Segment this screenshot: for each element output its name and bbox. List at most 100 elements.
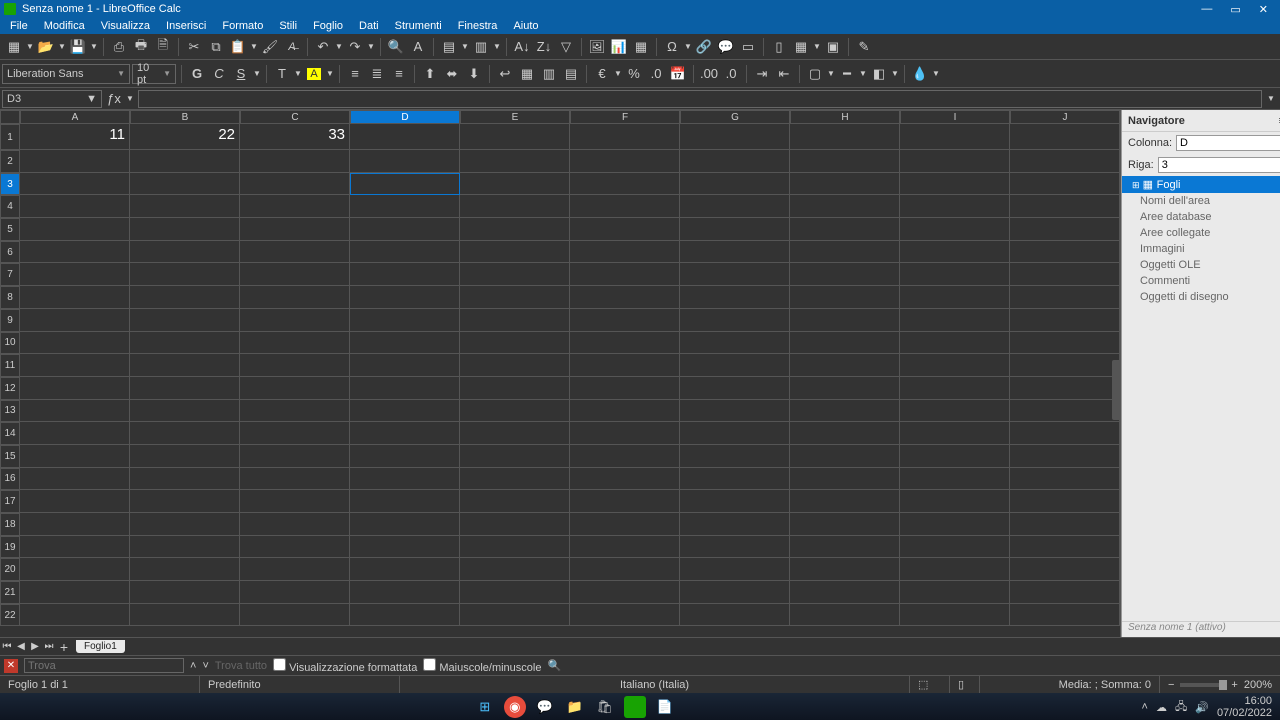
row-header[interactable]: 7 bbox=[0, 263, 20, 286]
font-color-icon[interactable]: T bbox=[272, 64, 292, 84]
function-wizard-icon[interactable]: ƒx bbox=[104, 89, 124, 109]
cell[interactable] bbox=[570, 468, 680, 491]
cell[interactable] bbox=[680, 286, 790, 309]
conditional-dropdown[interactable]: ▼ bbox=[932, 69, 940, 78]
cell[interactable] bbox=[900, 173, 1010, 196]
row-dropdown[interactable]: ▼ bbox=[461, 42, 469, 51]
align-bottom-icon[interactable]: ⬇ bbox=[464, 64, 484, 84]
cell[interactable] bbox=[900, 445, 1010, 468]
cell[interactable] bbox=[130, 490, 240, 513]
cell[interactable] bbox=[900, 490, 1010, 513]
cell[interactable] bbox=[1010, 513, 1120, 536]
menu-file[interactable]: File bbox=[4, 20, 34, 32]
menu-data[interactable]: Dati bbox=[353, 20, 385, 32]
cell[interactable] bbox=[240, 558, 350, 581]
underline-dropdown[interactable]: ▼ bbox=[253, 69, 261, 78]
cell[interactable] bbox=[460, 354, 570, 377]
tree-node-sheets[interactable]: ⊞ ▦Fogli bbox=[1122, 176, 1280, 193]
tree-node-images[interactable]: Immagini bbox=[1122, 241, 1280, 257]
cell[interactable] bbox=[790, 604, 900, 627]
cell[interactable] bbox=[350, 445, 460, 468]
cell[interactable] bbox=[900, 354, 1010, 377]
cell[interactable] bbox=[130, 195, 240, 218]
row-header[interactable]: 11 bbox=[0, 354, 20, 377]
menu-tools[interactable]: Strumenti bbox=[389, 20, 448, 32]
font-color-dropdown[interactable]: ▼ bbox=[294, 69, 302, 78]
comment-icon[interactable]: 💬 bbox=[716, 37, 736, 57]
cell[interactable] bbox=[20, 150, 130, 173]
cell[interactable] bbox=[460, 422, 570, 445]
menu-insert[interactable]: Inserisci bbox=[160, 20, 212, 32]
cell[interactable] bbox=[790, 377, 900, 400]
cell[interactable] bbox=[570, 513, 680, 536]
cell[interactable] bbox=[350, 377, 460, 400]
cell[interactable] bbox=[1010, 445, 1120, 468]
open-dropdown[interactable]: ▼ bbox=[58, 42, 66, 51]
cell[interactable] bbox=[350, 286, 460, 309]
cell[interactable] bbox=[1010, 150, 1120, 173]
image-icon[interactable]: 🖼 bbox=[587, 37, 607, 57]
cell[interactable] bbox=[790, 422, 900, 445]
cell[interactable] bbox=[20, 558, 130, 581]
find-formatted-checkbox[interactable]: Visualizzazione formattata bbox=[273, 658, 417, 674]
cell[interactable] bbox=[790, 309, 900, 332]
column-header-I[interactable]: I bbox=[900, 110, 1010, 124]
cell[interactable] bbox=[680, 150, 790, 173]
row-header[interactable]: 17 bbox=[0, 490, 20, 513]
cell[interactable] bbox=[900, 309, 1010, 332]
cell[interactable] bbox=[570, 445, 680, 468]
cell[interactable] bbox=[680, 124, 790, 150]
cell[interactable] bbox=[900, 286, 1010, 309]
cell[interactable] bbox=[680, 377, 790, 400]
cell[interactable] bbox=[350, 490, 460, 513]
cell[interactable] bbox=[570, 195, 680, 218]
cell[interactable] bbox=[1010, 377, 1120, 400]
menu-styles[interactable]: Stili bbox=[273, 20, 303, 32]
tray-cloud-icon[interactable]: ☁ bbox=[1156, 701, 1167, 714]
cell[interactable] bbox=[790, 490, 900, 513]
cell[interactable] bbox=[240, 400, 350, 423]
cell[interactable] bbox=[680, 195, 790, 218]
borders-dropdown[interactable]: ▼ bbox=[827, 69, 835, 78]
minimize-button[interactable]: — bbox=[1201, 3, 1212, 16]
cell[interactable] bbox=[350, 263, 460, 286]
cell[interactable] bbox=[680, 513, 790, 536]
sort-asc-icon[interactable]: A↓ bbox=[512, 37, 532, 57]
function-dropdown[interactable]: ▼ bbox=[126, 94, 134, 103]
cell[interactable] bbox=[240, 173, 350, 196]
remove-decimal-icon[interactable]: .0 bbox=[721, 64, 741, 84]
chart-icon[interactable]: 📊 bbox=[609, 37, 629, 57]
select-all-corner[interactable] bbox=[0, 110, 20, 124]
merge-cells-icon[interactable]: ▦ bbox=[517, 64, 537, 84]
align-top-icon[interactable]: ⬆ bbox=[420, 64, 440, 84]
cell[interactable] bbox=[240, 445, 350, 468]
cell[interactable] bbox=[350, 581, 460, 604]
spellcheck-icon[interactable]: A bbox=[408, 37, 428, 57]
cell[interactable] bbox=[20, 263, 130, 286]
cell[interactable] bbox=[240, 468, 350, 491]
cell[interactable] bbox=[680, 241, 790, 264]
tray-network-icon[interactable]: 🖧 bbox=[1175, 698, 1187, 717]
copy-icon[interactable]: ⧉ bbox=[206, 37, 226, 57]
tray-chevron-icon[interactable]: ˄ bbox=[1142, 701, 1148, 713]
border-color-dropdown[interactable]: ▼ bbox=[891, 69, 899, 78]
draw-icon[interactable]: ✎ bbox=[854, 37, 874, 57]
new-dropdown[interactable]: ▼ bbox=[26, 42, 34, 51]
column-header-D[interactable]: D bbox=[350, 110, 460, 124]
cell[interactable] bbox=[20, 445, 130, 468]
row-icon[interactable]: ▤ bbox=[439, 37, 459, 57]
row-header[interactable]: 22 bbox=[0, 604, 20, 627]
cell[interactable] bbox=[680, 173, 790, 196]
status-selection-mode[interactable]: ▯ bbox=[950, 676, 980, 693]
cell[interactable] bbox=[1010, 422, 1120, 445]
navigator-col-input[interactable] bbox=[1176, 135, 1280, 151]
menu-view[interactable]: Visualizza bbox=[95, 20, 156, 32]
cell[interactable] bbox=[900, 468, 1010, 491]
row-header[interactable]: 16 bbox=[0, 468, 20, 491]
cell[interactable] bbox=[1010, 490, 1120, 513]
cell[interactable] bbox=[790, 263, 900, 286]
wrap-text-icon[interactable]: ↩ bbox=[495, 64, 515, 84]
cell[interactable] bbox=[130, 558, 240, 581]
cell[interactable] bbox=[900, 558, 1010, 581]
cell[interactable] bbox=[900, 513, 1010, 536]
